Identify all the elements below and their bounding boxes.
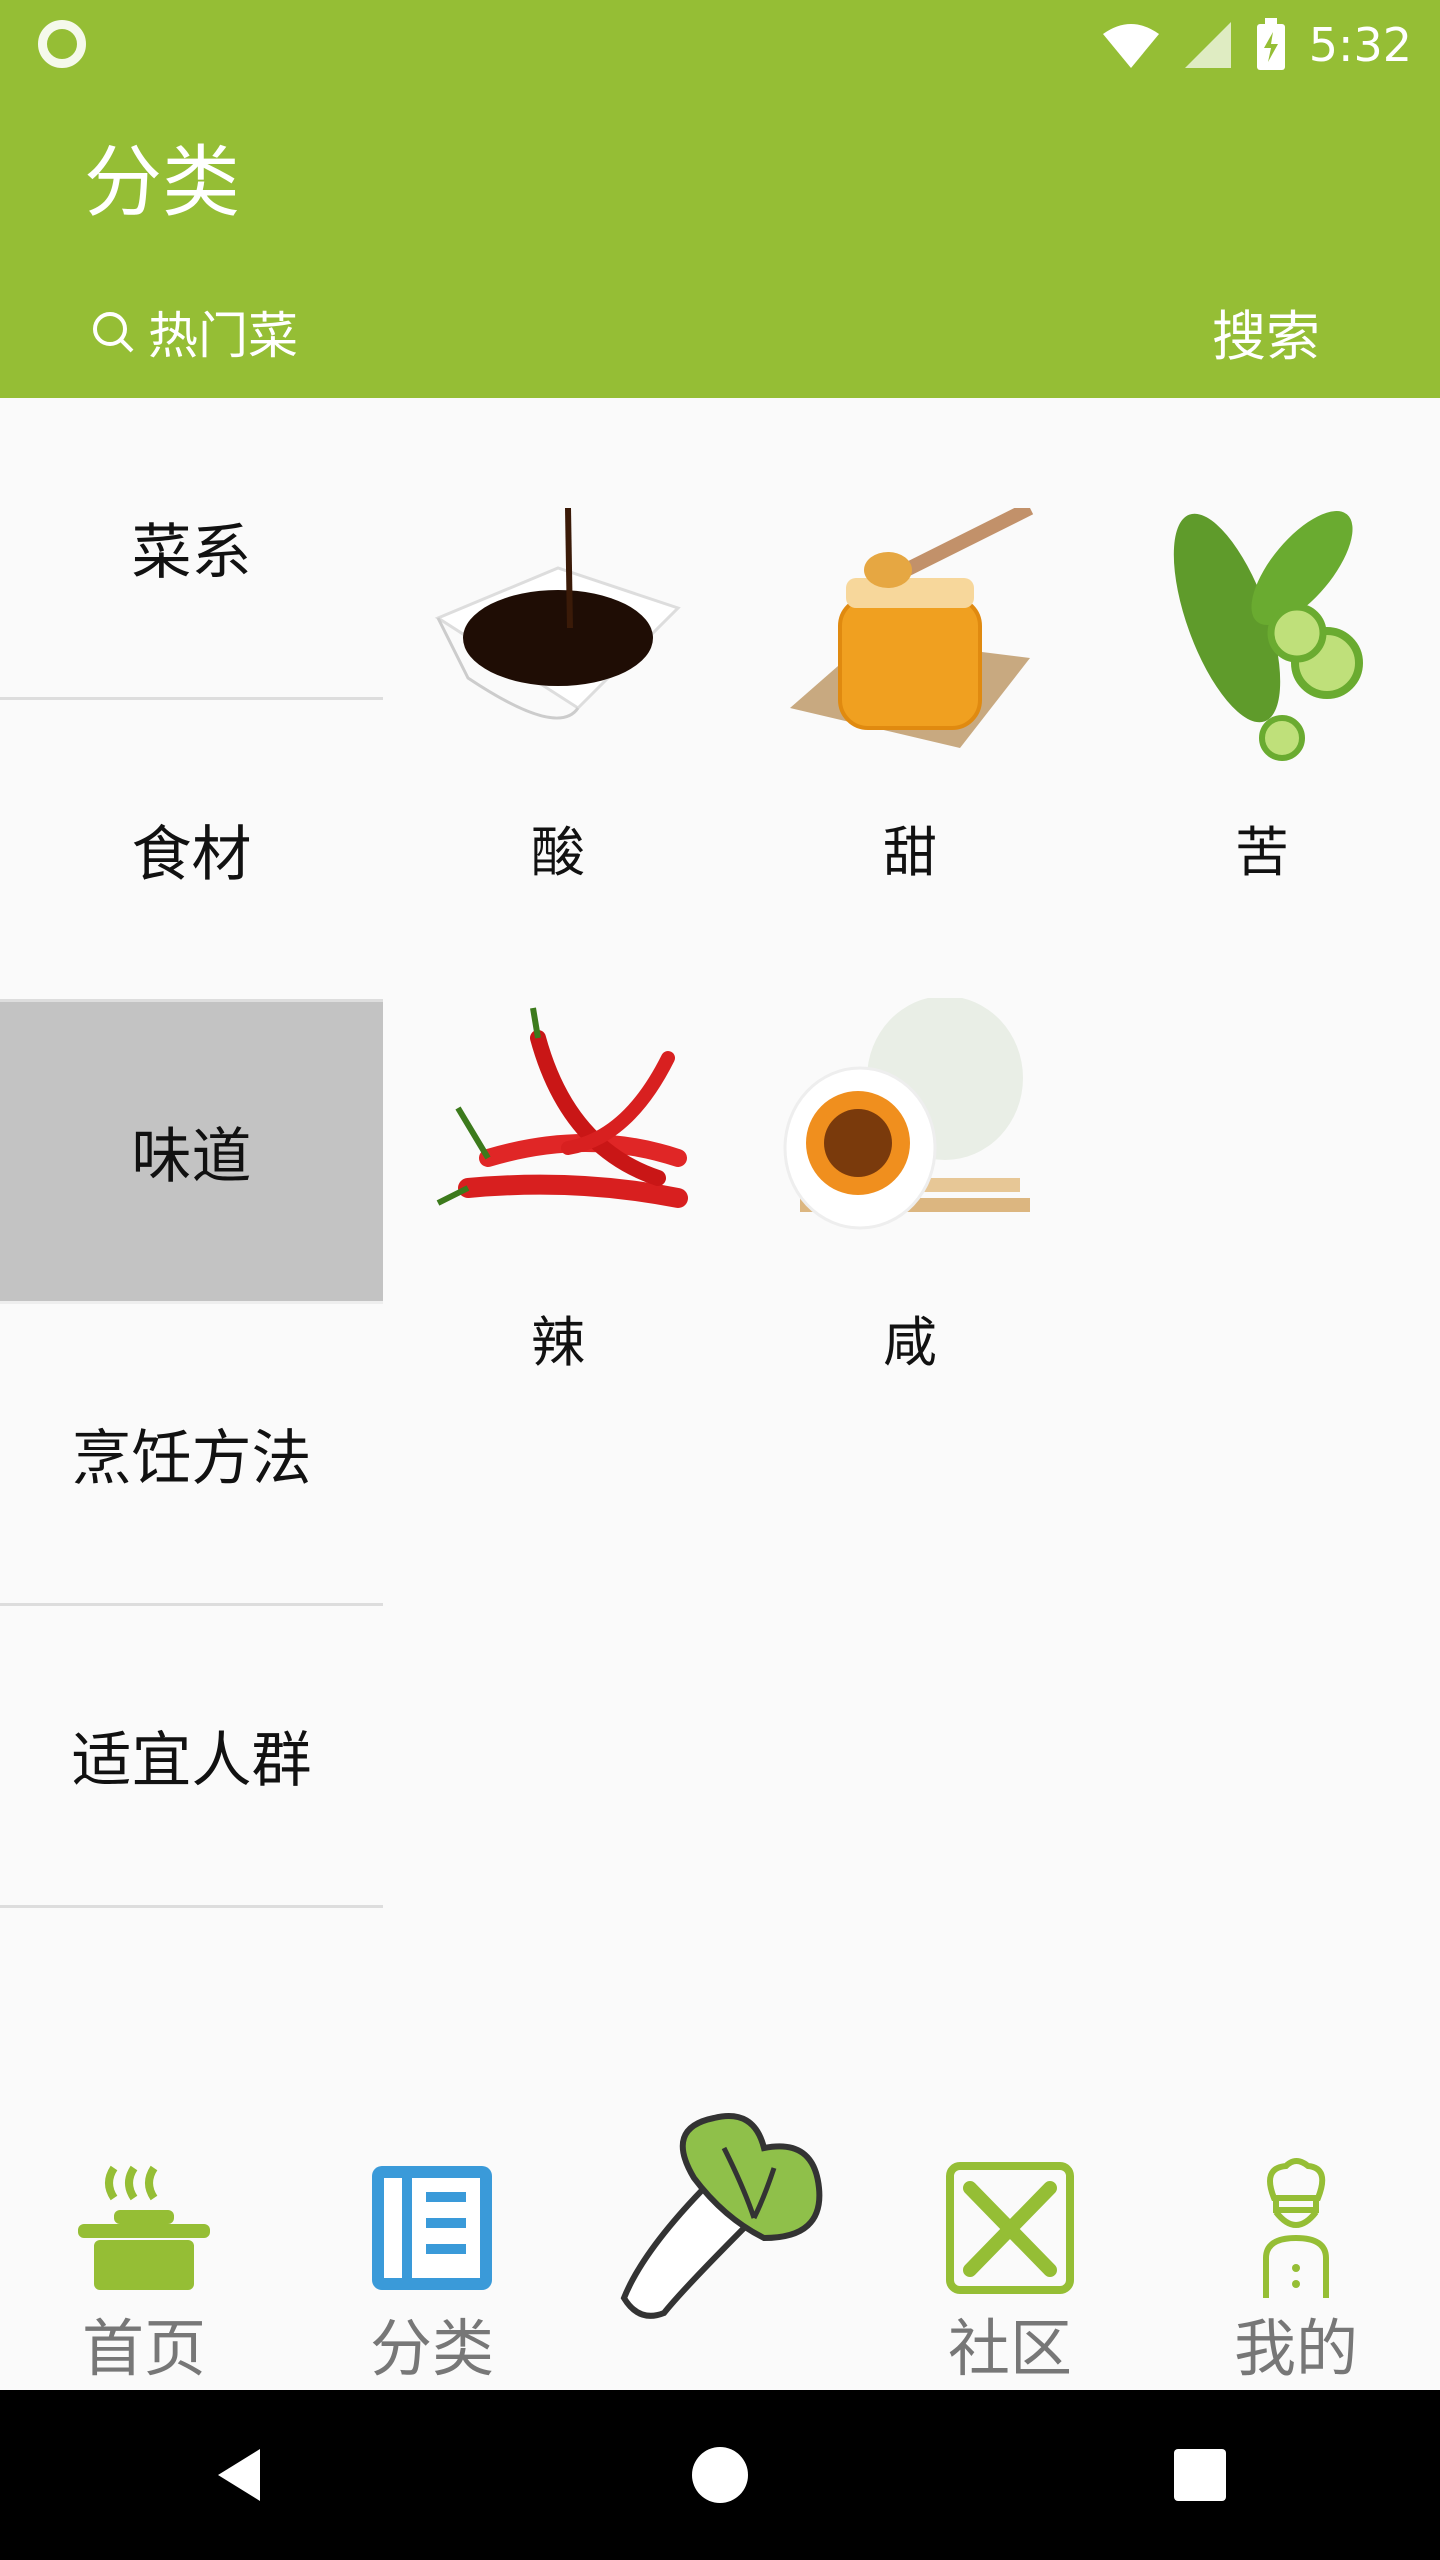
search-input[interactable]: 热门菜 [90,296,298,368]
flavor-tile-spicy[interactable]: 辣 [383,888,733,1374]
notification-icon [38,20,86,68]
flavor-tile-salty[interactable]: 咸 [735,888,1085,1374]
category-content: 菜系 食材 味道 烹饪方法 适宜人群 酸 甜 苦 辣 咸 [0,398,1440,2088]
fork-knife-icon [946,2162,1074,2294]
cabbage-icon [620,2113,823,2319]
system-navigation-bar [0,2390,1440,2560]
tab-label: 社区 [947,2312,1072,2385]
chili-image [428,998,688,1258]
bitter-melon-image [1132,508,1392,768]
sidebar-item-label: 味道 [131,1122,252,1192]
sidebar-item-label: 食材 [131,820,252,890]
flavor-label: 辣 [531,1311,585,1374]
search-icon [93,312,134,353]
sidebar-item-flavor[interactable]: 味道 [0,1002,383,1304]
signal-icon [1184,22,1231,68]
tab-label: 首页 [81,2312,206,2385]
wifi-icon [1102,24,1159,68]
tab-label: 我的 [1233,2312,1358,2385]
flavor-label: 酸 [531,821,585,884]
chef-icon [1263,2158,1329,2298]
tab-community[interactable]: 社区 [910,2158,1110,2388]
home-icon[interactable] [690,2445,750,2505]
tab-center[interactable] [614,2108,823,2328]
sidebar-item-ingredients[interactable]: 食材 [0,700,383,1002]
soy-sauce-image [428,507,688,768]
sidebar-item-cooking-method[interactable]: 烹饪方法 [0,1304,383,1606]
bottom-nav: 首页 分类 社区 我的 [0,2088,1440,2390]
battery-icon [1256,18,1285,70]
search-placeholder: 热门菜 [148,307,298,365]
flavor-label: 苦 [1235,821,1289,884]
flavor-tile-sweet[interactable]: 甜 [735,398,1085,884]
page-title: 分类 [84,138,241,228]
status-bar: 5:32 [1101,10,1412,80]
status-time: 5:32 [1308,18,1412,72]
tab-profile[interactable]: 我的 [1196,2158,1396,2388]
tab-label: 分类 [369,2312,494,2385]
back-icon[interactable] [210,2445,270,2505]
tab-category[interactable]: 分类 [332,2158,532,2388]
app-header: 5:32 分类 热门菜 搜索 [0,0,1440,398]
sidebar-item-cuisine[interactable]: 菜系 [0,398,383,700]
salted-egg-image [780,996,1040,1258]
notebook-icon [372,2166,492,2290]
flavor-label: 咸 [883,1311,937,1374]
pot-icon [78,2165,210,2290]
sidebar-item-label: 烹饪方法 [71,1424,312,1494]
sidebar-item-suitable-people[interactable]: 适宜人群 [0,1606,383,1908]
flavor-tile-sour[interactable]: 酸 [383,398,733,884]
sidebar-item-label: 适宜人群 [71,1726,312,1796]
flavor-tile-bitter[interactable]: 苦 [1087,398,1437,884]
category-sidebar: 菜系 食材 味道 烹饪方法 适宜人群 [0,398,383,1908]
sidebar-item-label: 菜系 [131,518,252,588]
flavor-label: 甜 [883,821,937,884]
honey-image [780,501,1040,768]
recents-icon[interactable] [1170,2445,1230,2505]
tab-home[interactable]: 首页 [44,2158,244,2388]
search-button[interactable]: 搜索 [1212,292,1320,371]
